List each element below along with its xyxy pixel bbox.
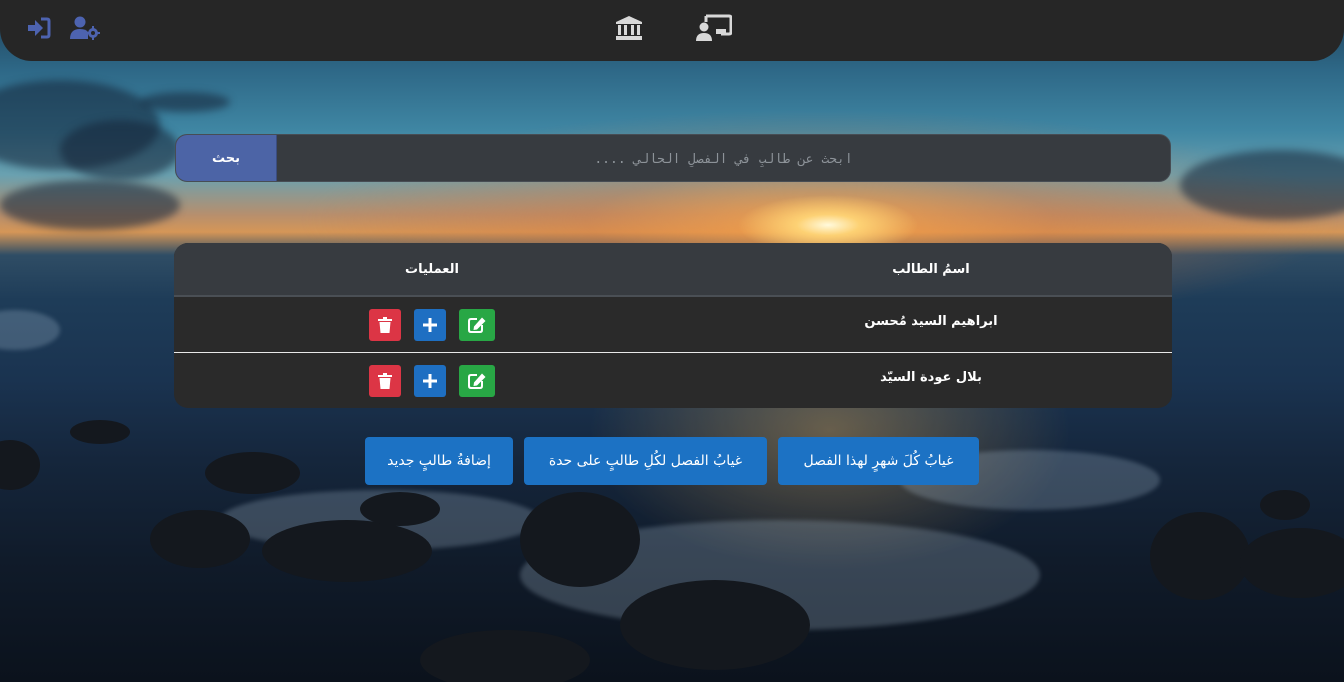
header-operations: العمليات — [405, 261, 459, 277]
edit-button[interactable] — [459, 365, 495, 397]
search-bar: بحث — [175, 134, 1171, 182]
trash-icon — [378, 317, 392, 333]
student-name: بلال عودة السيّد — [880, 370, 982, 385]
search-input[interactable] — [277, 135, 1170, 181]
institution-icon[interactable] — [614, 12, 644, 44]
header-student-name: اسمُ الطالب — [892, 261, 970, 277]
table-row: بلال عودة السيّد — [174, 352, 1172, 408]
trash-icon — [378, 373, 392, 389]
edit-button[interactable] — [459, 309, 495, 341]
logout-icon[interactable] — [26, 12, 52, 44]
plus-icon — [423, 374, 437, 388]
add-button[interactable] — [414, 309, 446, 341]
delete-button[interactable] — [369, 309, 401, 341]
plus-icon — [423, 318, 437, 332]
top-navbar — [0, 0, 1344, 61]
class-absence-per-student-button[interactable]: غيابُ الفصل لكُلِ طالبٍ على حدة — [524, 437, 767, 485]
search-button[interactable]: بحث — [176, 135, 277, 181]
table-row: ابراهيم السيد مُحسن — [174, 297, 1172, 352]
row-operations — [174, 297, 690, 341]
user-settings-icon[interactable] — [70, 12, 100, 44]
row-operations — [174, 353, 690, 397]
action-buttons: إضافةُ طالبٍ جديد غيابُ الفصل لكُلِ طالب… — [365, 437, 979, 485]
edit-icon — [468, 373, 486, 389]
edit-icon — [468, 317, 486, 333]
add-student-button[interactable]: إضافةُ طالبٍ جديد — [365, 437, 513, 485]
student-name: ابراهيم السيد مُحسن — [864, 314, 998, 329]
students-table: العمليات اسمُ الطالب ابراهيم السيد مُحسن… — [174, 243, 1172, 408]
monthly-absence-button[interactable]: غيابُ كُلَ شهرٍ لهذا الفصل — [778, 437, 979, 485]
add-button[interactable] — [414, 365, 446, 397]
delete-button[interactable] — [369, 365, 401, 397]
classroom-teacher-icon[interactable] — [696, 12, 732, 44]
table-header: العمليات اسمُ الطالب — [174, 243, 1172, 297]
